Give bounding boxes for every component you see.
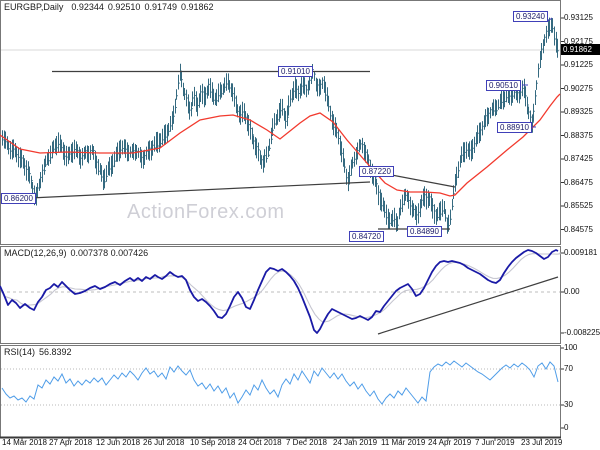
y-axis-label: 100 bbox=[564, 343, 578, 352]
y-axis-label: 0.009181 bbox=[564, 248, 598, 257]
macd-signal-line bbox=[4, 252, 561, 323]
y-axis-label: -0.008225 bbox=[564, 328, 600, 337]
macd-values: 0.007378 0.007426 bbox=[70, 248, 149, 258]
y-axis-label: 0.93125 bbox=[564, 13, 593, 22]
y-axis-label: 0.90275 bbox=[564, 83, 593, 93]
y-axis-label: 0.00 bbox=[564, 287, 580, 296]
x-axis-label: 10 Sep 2018 bbox=[190, 438, 236, 447]
y-axis-label: 0.88375 bbox=[564, 130, 593, 140]
price-annotation[interactable]: 0.88910 bbox=[497, 122, 532, 133]
y-axis-label: 0.87425 bbox=[564, 154, 593, 163]
close-value: 0.91862 bbox=[181, 2, 214, 12]
price-panel-border bbox=[0, 0, 561, 245]
x-axis-label: 14 Mar 2018 bbox=[2, 438, 47, 447]
y-axis-label: 0 bbox=[564, 423, 569, 432]
trading-chart-window: ActionForex.com EURGBP,Daily 0.92344 0.925… bbox=[0, 0, 600, 450]
x-axis-label: 12 Jun 2018 bbox=[96, 438, 141, 447]
rsi-value: 56.8392 bbox=[39, 347, 72, 357]
x-axis-label: 23 Jul 2019 bbox=[521, 438, 563, 447]
price-annotation[interactable]: 0.86200 bbox=[1, 193, 36, 204]
high-value: 0.92510 bbox=[107, 2, 141, 12]
rsi-line bbox=[1, 360, 559, 405]
price-annotation[interactable]: 0.84720 bbox=[349, 231, 384, 242]
y-axis-label: 0.86475 bbox=[564, 177, 593, 187]
macd-indicator-label: MACD(12,26,9) 0.007378 0.007426 bbox=[4, 248, 152, 258]
support-line[interactable] bbox=[29, 181, 371, 199]
price-annotation[interactable]: 0.84890 bbox=[407, 226, 442, 237]
candlestick-close-ticks bbox=[2, 28, 559, 229]
y-axis-label: 0.89325 bbox=[564, 107, 593, 116]
price-annotation[interactable]: 0.91010 bbox=[278, 66, 313, 77]
x-axis-label: 24 Oct 2018 bbox=[238, 438, 282, 447]
price-annotation[interactable]: 0.90510 bbox=[486, 80, 521, 91]
x-axis-label: 7 Dec 2018 bbox=[286, 438, 327, 447]
price-annotation[interactable]: 0.93240 bbox=[513, 11, 548, 22]
rsi-indicator-label: RSI(14) 56.8392 bbox=[4, 347, 76, 357]
price-annotation[interactable]: 0.87220 bbox=[359, 166, 394, 177]
low-value: 0.91749 bbox=[144, 2, 177, 12]
y-axis-label: 0.91225 bbox=[564, 60, 593, 69]
current-price-tag: 0.91862 bbox=[561, 44, 600, 55]
x-axis-label: 24 Jan 2019 bbox=[333, 438, 378, 447]
symbol-ohlc-header: EURGBP,Daily 0.92344 0.92510 0.91749 0.91862 bbox=[4, 2, 218, 12]
rsi-name: RSI(14) bbox=[4, 347, 36, 357]
y-axis-label: 0.84575 bbox=[564, 224, 593, 234]
x-axis-label: 24 Apr 2019 bbox=[428, 438, 472, 447]
x-axis-label: 27 Apr 2018 bbox=[49, 438, 93, 447]
y-axis-label: 30 bbox=[564, 400, 573, 409]
x-axis-label: 26 Jul 2018 bbox=[143, 438, 185, 447]
x-axis-label: 7 Jun 2019 bbox=[475, 438, 515, 447]
symbol-period-label: EURGBP,Daily bbox=[4, 2, 64, 12]
macd-name: MACD(12,26,9) bbox=[4, 248, 67, 258]
x-axis-label: 11 Mar 2019 bbox=[381, 438, 426, 447]
y-axis-label: 0.85525 bbox=[564, 201, 593, 210]
macd-panel-border bbox=[0, 246, 561, 344]
open-value: 0.92344 bbox=[71, 2, 104, 12]
rsi-panel-border bbox=[0, 345, 561, 438]
y-axis-label: 70 bbox=[564, 364, 573, 373]
